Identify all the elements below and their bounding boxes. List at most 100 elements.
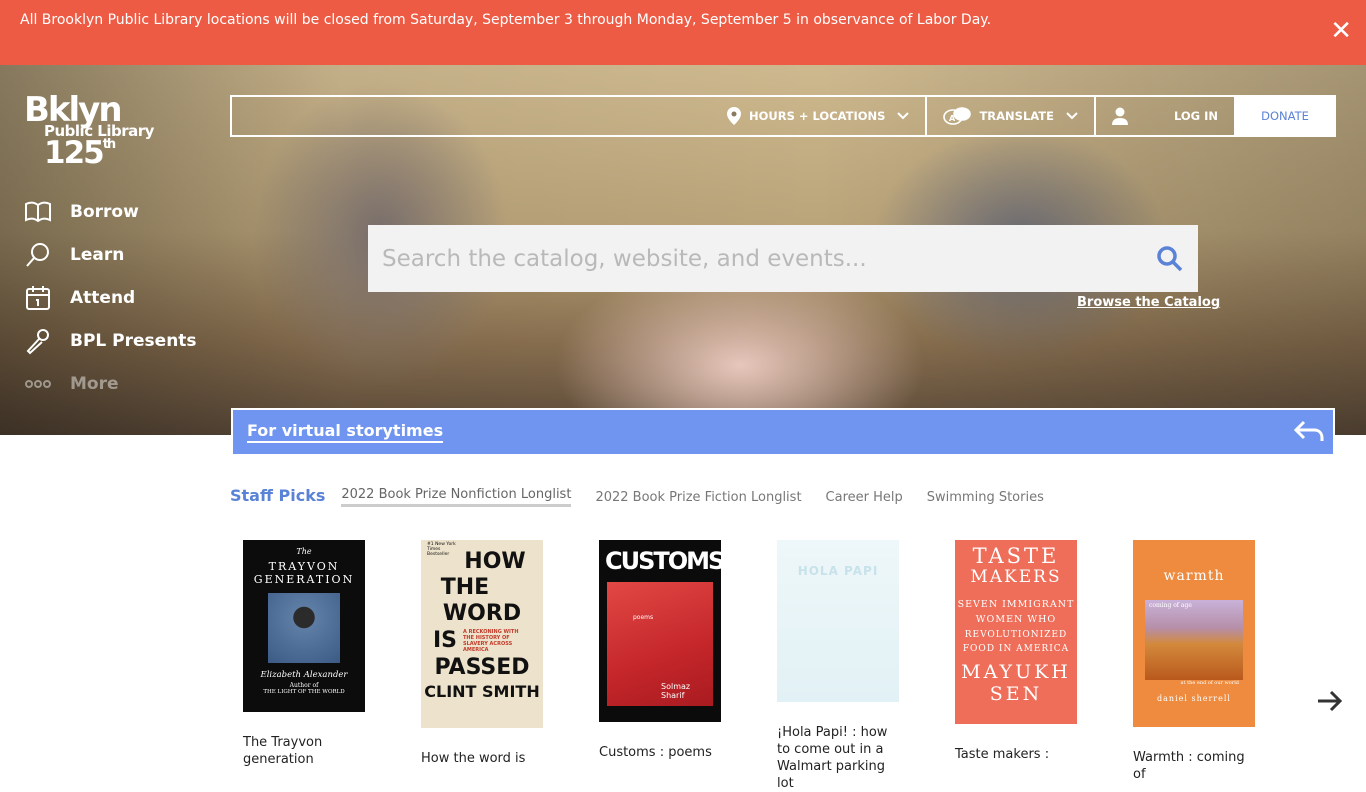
cover-text: WORD — [442, 600, 522, 626]
logo-sup: th — [102, 137, 117, 152]
hours-label: HOURS + LOCATIONS — [748, 109, 886, 123]
book-title[interactable]: Taste makers : — [955, 746, 1077, 763]
nav-presents-label: BPL Presents — [70, 330, 197, 351]
user-icon — [1112, 107, 1128, 125]
book-cover[interactable]: The TRAYVON GENERATION Elizabeth Alexand… — [243, 540, 365, 712]
location-pin-icon — [726, 107, 741, 125]
cover-portrait — [268, 593, 340, 663]
cover-text: poems — [633, 614, 654, 621]
translate-button[interactable]: A TRANSLATE — [925, 97, 1094, 135]
cover-text: coming of age — [1149, 602, 1192, 609]
book-card[interactable]: HOLA PAPI ¡Hola Papi! : how to come out … — [777, 540, 899, 792]
book-cover[interactable]: #1 New York Times Bestseller HOW THE WOR… — [421, 540, 543, 728]
book-card[interactable]: TASTE MAKERS SEVEN IMMIGRANT WOMEN WHO R… — [955, 540, 1077, 763]
book-title[interactable]: The Trayvon generation — [243, 734, 365, 768]
hero-section: Bklyn Public Library 125th Borrow Learn … — [0, 65, 1366, 435]
cover-text: warmth — [1163, 568, 1225, 584]
nav-attend[interactable]: Attend — [24, 276, 197, 319]
cover-text: HOLA PAPI — [797, 564, 879, 578]
search-input[interactable] — [382, 245, 1156, 272]
cover-art: poems Solmaz Sharif — [607, 582, 713, 706]
top-utility-bar: HOURS + LOCATIONS A TRANSLATE LOG IN DON… — [230, 95, 1336, 137]
main-nav: Borrow Learn Attend BPL Presents More — [24, 190, 197, 405]
staff-picks-label: Staff Picks — [230, 486, 326, 505]
cover-text: PASSED — [434, 654, 530, 680]
logo-anniversary: 125 — [44, 135, 105, 171]
browse-catalog-link[interactable]: Browse the Catalog — [1077, 295, 1220, 310]
translate-label: TRANSLATE — [979, 109, 1054, 123]
search-icon[interactable] — [1156, 245, 1184, 273]
back-arrow-icon[interactable] — [1293, 418, 1325, 446]
cover-text: The — [296, 547, 312, 556]
cover-text: WOMEN WHO — [975, 613, 1057, 625]
chevron-down-icon — [897, 112, 910, 120]
cover-text: MAYUKH — [961, 661, 1071, 684]
tab-fiction-longlist[interactable]: 2022 Book Prize Fiction Longlist — [595, 490, 801, 507]
donate-button[interactable]: DONATE — [1234, 97, 1334, 135]
nav-learn-label: Learn — [70, 244, 125, 265]
donate-label: DONATE — [1261, 109, 1309, 123]
cover-text: CUSTOMS — [605, 547, 721, 575]
cover-text: TASTE — [972, 544, 1060, 568]
cover-text: HOW — [464, 548, 526, 574]
login-button[interactable]: LOG IN — [1094, 97, 1234, 135]
library-logo[interactable]: Bklyn Public Library 125th — [24, 93, 154, 169]
tab-swimming-stories[interactable]: Swimming Stories — [927, 490, 1044, 507]
search-box — [368, 225, 1198, 292]
logo-line-3: 125th — [44, 138, 154, 169]
book-card[interactable]: The TRAYVON GENERATION Elizabeth Alexand… — [243, 540, 365, 768]
book-card[interactable]: CUSTOMS poems Solmaz Sharif Customs : po… — [599, 540, 721, 761]
book-icon — [25, 201, 51, 222]
cover-text: Solmaz Sharif — [661, 682, 691, 700]
book-cover[interactable]: TASTE MAKERS SEVEN IMMIGRANT WOMEN WHO R… — [955, 540, 1077, 724]
tab-nonfiction-longlist[interactable]: 2022 Book Prize Nonfiction Longlist — [341, 487, 572, 507]
cover-text: SEVEN IMMIGRANT — [957, 598, 1075, 610]
login-label: LOG IN — [1173, 109, 1218, 123]
cover-art: coming of age at the end of our world — [1145, 600, 1243, 686]
hours-locations-button[interactable]: HOURS + LOCATIONS — [711, 97, 925, 135]
book-title[interactable]: Customs : poems — [599, 744, 721, 761]
virtual-storytimes-banner[interactable]: For virtual storytimes — [231, 408, 1335, 456]
arrow-right-icon[interactable] — [1316, 688, 1344, 714]
book-card[interactable]: warmth coming of age at the end of our w… — [1133, 540, 1255, 783]
book-cover[interactable]: warmth coming of age at the end of our w… — [1133, 540, 1255, 727]
more-icon — [25, 379, 51, 388]
book-cover[interactable]: HOLA PAPI — [777, 540, 899, 702]
nav-borrow-label: Borrow — [70, 201, 139, 222]
nav-more-label: More — [70, 373, 119, 394]
nav-more[interactable]: More — [24, 362, 197, 405]
nav-attend-label: Attend — [70, 287, 136, 308]
book-title[interactable]: ¡Hola Papi! : how to come out in a Walma… — [777, 724, 899, 792]
calendar-icon — [26, 285, 50, 310]
translate-icon: A — [943, 107, 972, 125]
cover-text: SEN — [989, 683, 1043, 706]
cover-text: CLINT SMITH — [424, 681, 540, 701]
cover-text: TRAYVON — [268, 560, 340, 573]
nav-presents[interactable]: BPL Presents — [24, 319, 197, 362]
nav-learn[interactable]: Learn — [24, 233, 197, 276]
cover-text: IS — [432, 627, 458, 653]
book-card[interactable]: #1 New York Times Bestseller HOW THE WOR… — [421, 540, 543, 767]
microphone-icon — [26, 328, 49, 354]
cover-text: at the end of our world — [1180, 680, 1239, 686]
cover-text: A RECKONING WITH THE HISTORY OF SLAVERY … — [463, 628, 519, 653]
alert-message: All Brooklyn Public Library locations wi… — [20, 12, 992, 28]
cover-text: MAKERS — [970, 567, 1062, 588]
cover-text: Elizabeth Alexander — [260, 670, 348, 680]
alert-banner: All Brooklyn Public Library locations wi… — [0, 0, 1366, 65]
book-title[interactable]: How the word is — [421, 750, 543, 767]
cover-text: THE LIGHT OF THE WORLD — [263, 689, 345, 695]
virtual-storytimes-link[interactable]: For virtual storytimes — [247, 421, 444, 443]
cover-text: FOOD IN AMERICA — [962, 643, 1070, 654]
book-title[interactable]: Warmth : coming of — [1133, 749, 1255, 783]
svg-text:A: A — [949, 114, 956, 123]
close-icon[interactable]: ✕ — [1330, 18, 1352, 44]
chevron-down-icon — [1066, 112, 1078, 120]
book-cover[interactable]: CUSTOMS poems Solmaz Sharif — [599, 540, 721, 722]
cover-text: daniel sherrell — [1157, 694, 1231, 703]
cover-row: IS A RECKONING WITH THE HISTORY OF SLAVE… — [421, 629, 543, 653]
tab-career-help[interactable]: Career Help — [826, 490, 903, 507]
nav-borrow[interactable]: Borrow — [24, 190, 197, 233]
cover-text: REVOLUTIONIZED — [964, 629, 1068, 640]
